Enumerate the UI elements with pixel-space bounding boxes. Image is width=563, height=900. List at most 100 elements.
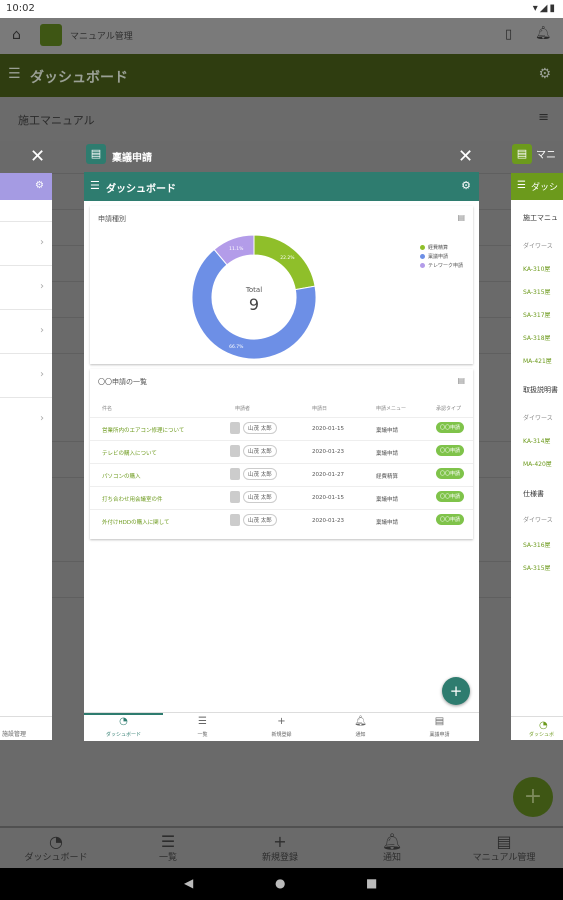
tablet-icon: ▯: [505, 27, 513, 42]
nav-list[interactable]: ☰ 一覧: [163, 716, 242, 739]
list-panel: 〇〇申請の一覧 ▤ 件名 申請者 申請日 申請メニュー 承認タイプ 営業所内のエ…: [90, 369, 473, 539]
chart-panel-title: 申請種別: [98, 215, 126, 223]
recent-card-left[interactable]: ⚙ › › › › › 施設管理: [0, 173, 52, 740]
panel-menu-icon[interactable]: ▤: [457, 213, 465, 222]
recent-card-right[interactable]: ☰ ダッシ 施工マニュ ダイワース KA-310屋 SA-315屋 SA-317…: [511, 173, 563, 740]
gear-icon[interactable]: ⚙: [461, 179, 471, 192]
manual-app-icon: ▤: [512, 144, 532, 164]
main-card-appbar: ☰ ダッシュボード ⚙: [84, 172, 479, 201]
avatar: [230, 491, 240, 503]
left-card-appbar: ⚙: [0, 173, 52, 200]
donut-slice-label: 66.7%: [229, 344, 244, 350]
main-card-app-name: 稟議申請: [112, 153, 152, 164]
nav-active-indicator: [84, 713, 163, 715]
col-applicant: 申請者: [235, 406, 251, 412]
legend-item: 稟議申請: [420, 253, 463, 262]
system-nav-bar: ◀ ● ■: [0, 868, 563, 900]
list-menu-icon: ≡: [538, 110, 549, 125]
left-card-nav-label: 施設管理: [2, 731, 27, 738]
table-row[interactable]: パソコンの購入 山茂 太郎 2020-01-27 経費精算 〇〇申請: [90, 463, 473, 486]
home-icon: ⌂: [12, 27, 21, 43]
table-row[interactable]: 営業所内のエアコン修理について 山茂 太郎 2020-01-15 稟議申請 〇〇…: [90, 417, 473, 440]
table-header: 件名 申請者 申請日 申請メニュー 承認タイプ: [90, 399, 473, 417]
dashboard-icon: ◔: [539, 720, 548, 731]
table-row[interactable]: テレビの購入について 山茂 太郎 2020-01-23 稟議申請 〇〇申請: [90, 440, 473, 463]
donut-slice-label: 22.2%: [280, 255, 295, 261]
gear-icon: ⚙: [538, 66, 551, 82]
close-left-card-icon[interactable]: ✕: [30, 146, 45, 167]
col-title: 件名: [102, 406, 113, 412]
nav-notify[interactable]: 🔔︎ 通知: [321, 716, 400, 739]
approval-app-icon: ▤: [86, 144, 106, 164]
bg-app-title: マニュアル管理: [70, 32, 133, 42]
bg-add-fab: +: [513, 777, 553, 817]
dashboard-icon: ◔: [119, 716, 128, 727]
chart-panel: 申請種別 ▤ 22.2% 66.7% 11.1% Total 9 経費精算 稟議申請…: [90, 206, 473, 364]
chevron-right-icon: ›: [40, 325, 44, 336]
home-icon[interactable]: ●: [275, 876, 285, 890]
bg-app-bar: ⌂ マニュアル管理 ▯ 🔔︎: [0, 18, 563, 54]
right-card-app-name: マニ: [536, 150, 556, 161]
add-icon: +: [273, 832, 287, 851]
bg-section-header: 施工マニュアル ≡: [0, 97, 563, 141]
bg-bottom-nav: ◔ ダッシュボード ☰ 一覧 + 新規登録 🔔︎ 通知 ▤ マニュアル管理: [0, 826, 563, 868]
right-card-title: ダッシ: [531, 183, 559, 193]
bg-nav-add: + 新規登録: [224, 832, 336, 863]
legend-item: 経費精算: [420, 244, 463, 253]
bg-nav-notify: 🔔︎ 通知: [336, 832, 448, 863]
back-icon[interactable]: ◀: [184, 876, 193, 890]
chevron-right-icon: ›: [40, 281, 44, 292]
chevron-right-icon: ›: [40, 237, 44, 248]
add-fab[interactable]: +: [442, 677, 470, 705]
status-badge: 〇〇申請: [436, 445, 465, 456]
main-card-title: ダッシュボード: [106, 184, 176, 195]
status-badge: 〇〇申請: [436, 422, 465, 433]
recent-card-main[interactable]: ☰ ダッシュボード ⚙ 申請種別 ▤ 22.2% 66.7% 11.1% Total…: [84, 172, 479, 741]
dashboard-icon: ◔: [49, 832, 63, 851]
list-item: ›: [0, 353, 52, 397]
table-row[interactable]: 打ち合わせ用会議室の件 山茂 太郎 2020-01-15 稟議申請 〇〇申請: [90, 486, 473, 509]
list-item: ›: [0, 265, 52, 309]
nav-approval[interactable]: ▤ 稟議申請: [400, 716, 479, 739]
nav-dashboard[interactable]: ◔ ダッシュボード: [84, 716, 163, 739]
list-item: ›: [0, 221, 52, 265]
list-item: ›: [0, 397, 52, 441]
chevron-right-icon: ›: [40, 413, 44, 424]
menu-icon: ☰: [8, 66, 21, 82]
menu-icon[interactable]: ☰: [90, 179, 100, 192]
status-icons: ▾◢▮: [532, 3, 557, 14]
col-date: 申請日: [312, 406, 328, 412]
bell-icon: 🔔︎: [381, 832, 403, 851]
avatar: [230, 468, 240, 480]
donut-chart: 22.2% 66.7% 11.1% Total 9: [191, 234, 317, 360]
recents-icon[interactable]: ■: [366, 876, 377, 890]
bg-section-title: 施工マニュアル: [18, 114, 95, 127]
chart-legend: 経費精算 稟議申請 テレワーク申請: [420, 244, 463, 271]
panel-menu-icon[interactable]: ▤: [457, 376, 465, 385]
add-icon: +: [277, 716, 286, 727]
close-main-card-icon[interactable]: ✕: [458, 146, 473, 167]
main-card-bottom-nav: ◔ ダッシュボード ☰ 一覧 + 新規登録 🔔︎ 通知 ▤ 稟議申請: [84, 712, 479, 741]
avatar: [230, 514, 240, 526]
bg-nav-dashboard: ◔ ダッシュボード: [0, 832, 112, 863]
menu-icon: ☰: [517, 180, 526, 191]
status-bar: 10:02 ▾◢▮: [0, 0, 563, 18]
donut-slice: [253, 234, 316, 291]
right-card-appbar: ☰ ダッシ: [511, 173, 563, 200]
bg-nav-manual: ▤ マニュアル管理: [448, 832, 560, 863]
left-card-nav: 施設管理: [0, 716, 52, 740]
status-badge: 〇〇申請: [436, 514, 465, 525]
list-icon: ☰: [198, 716, 207, 727]
status-time: 10:02: [6, 3, 35, 14]
col-menu: 申請メニュー: [376, 406, 407, 412]
status-badge: 〇〇申請: [436, 491, 465, 502]
manual-app-icon: [40, 24, 62, 46]
avatar: [230, 445, 240, 457]
bg-header-title: ダッシュボード: [30, 70, 128, 86]
donut-center-value: 9: [249, 295, 259, 314]
gear-icon: ⚙: [35, 180, 44, 191]
right-card-nav: ◔ ダッシュボ: [511, 716, 563, 740]
nav-add[interactable]: + 新規登録: [242, 716, 321, 739]
table-row[interactable]: 外付けHDDの購入に関して 山茂 太郎 2020-01-23 稟議申請 〇〇申請: [90, 509, 473, 532]
donut-center-label: Total: [245, 286, 262, 294]
